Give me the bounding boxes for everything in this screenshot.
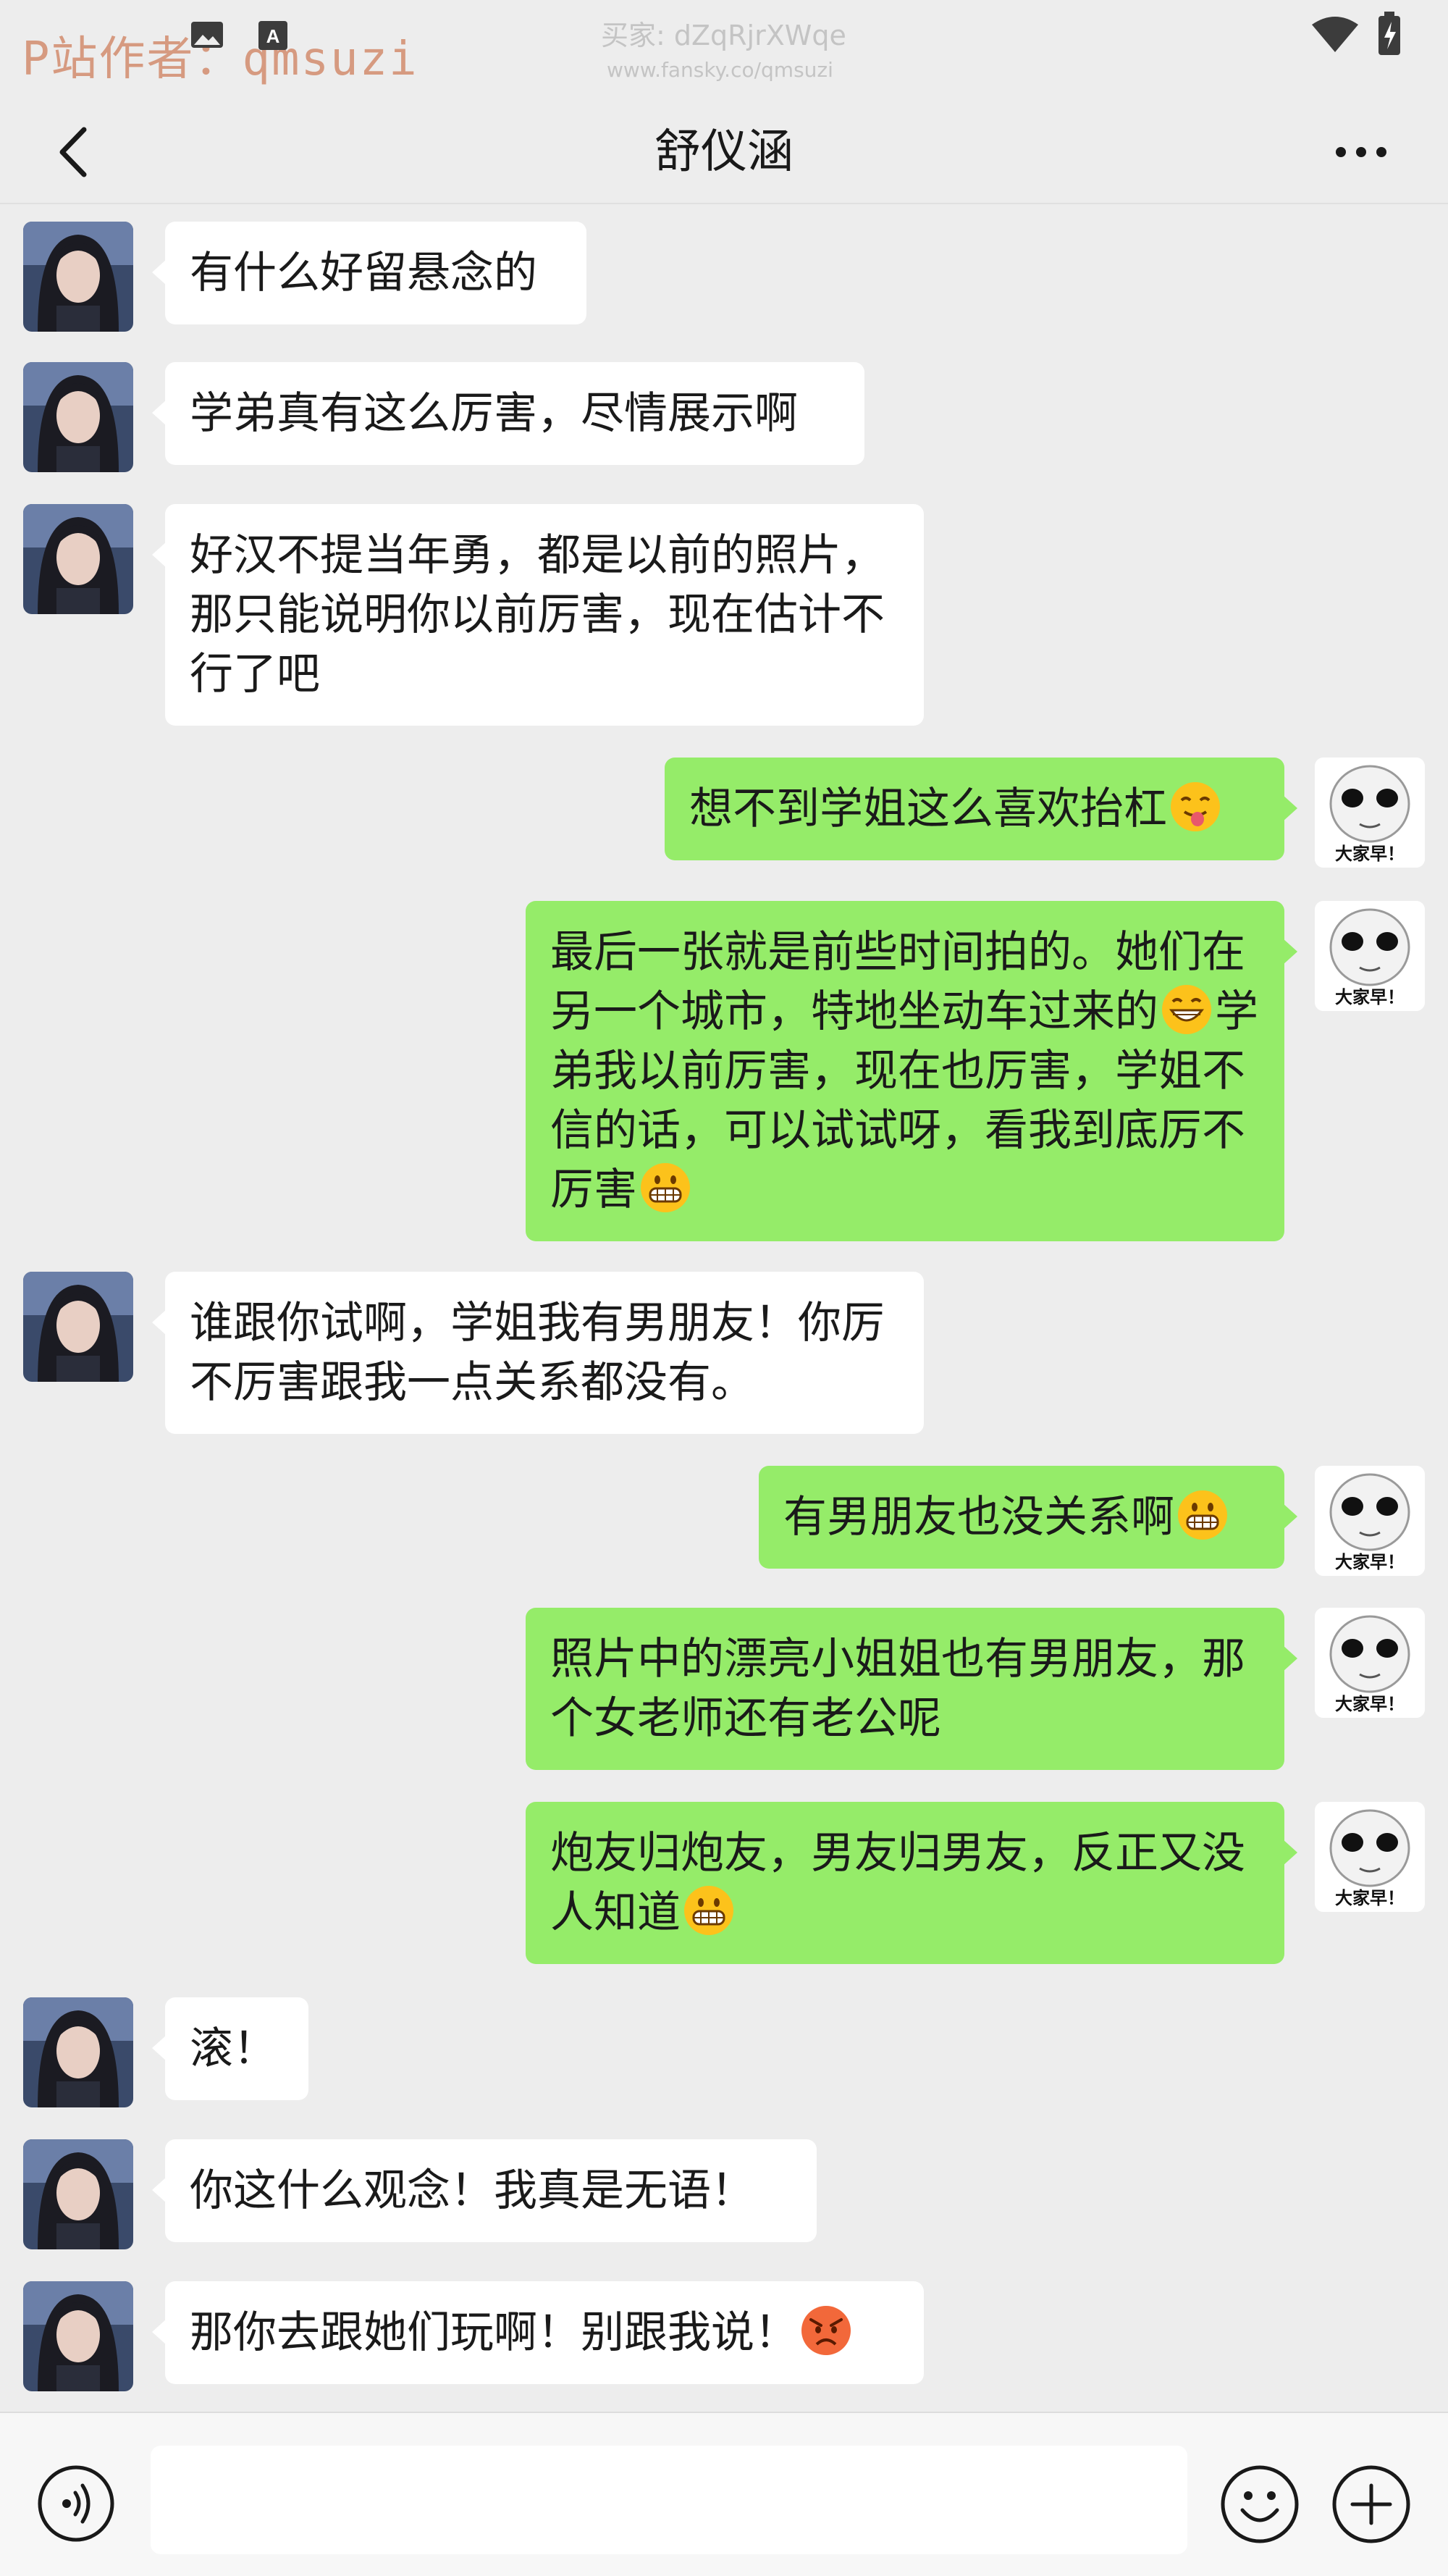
- contact-avatar-girl: [23, 2281, 133, 2391]
- message-bubble-outgoing[interactable]: 有男朋友也没关系啊: [759, 1466, 1297, 1569]
- message-text: 炮友归炮友，男友归男友，反正又没人知道: [550, 1828, 1245, 1938]
- contact-avatar-girl: [23, 222, 133, 332]
- contact-avatar-girl: [23, 362, 133, 472]
- message-row: 滚！: [0, 1997, 1448, 2107]
- message-row: 有什么好留悬念的: [0, 222, 1448, 332]
- contact-avatar[interactable]: [23, 504, 133, 614]
- grin-emoji: [1160, 983, 1213, 1036]
- message-text: 那你去跟她们玩啊！别跟我说！: [190, 2307, 798, 2358]
- plus-button[interactable]: [1331, 2464, 1412, 2545]
- battery-icon: [1378, 12, 1400, 55]
- grimace-emoji: [682, 1884, 736, 1937]
- chat-title: 舒仪涵: [654, 125, 794, 179]
- message-bubble-outgoing[interactable]: 照片中的漂亮小姐姐也有男朋友，那个女老师还有老公呢: [526, 1608, 1297, 1770]
- contact-avatar[interactable]: [23, 1997, 133, 2107]
- wifi-icon: [1312, 17, 1358, 52]
- message-bubble-incoming[interactable]: 有什么好留悬念的: [152, 222, 586, 324]
- avatar-caption: 大家早！: [1335, 1888, 1405, 1908]
- message-text: 最后一张就是前些时间拍的。她们在另一个城市，特地坐动车过来的: [550, 927, 1245, 1037]
- my-avatar[interactable]: 大家早！: [1315, 1466, 1425, 1576]
- contact-avatar-girl: [23, 1272, 133, 1382]
- message-row: 学弟真有这么厉害，尽情展示啊: [0, 362, 1448, 472]
- message-text: 学弟真有这么厉害，尽情展示啊: [190, 388, 798, 439]
- text-notification-icon: A: [258, 21, 287, 50]
- tongue-out-emoji: [1169, 780, 1222, 834]
- status-bar: P站作者：qmsuzi A 买家: dZqRjrXWqe www.fansky.…: [0, 0, 1448, 101]
- my-avatar[interactable]: 大家早！: [1315, 1608, 1425, 1718]
- message-bubble-incoming[interactable]: 那你去跟她们玩啊！别跟我说！: [152, 2281, 924, 2384]
- emoji-button[interactable]: [1219, 2464, 1300, 2545]
- grimace-emoji: [1176, 1488, 1229, 1542]
- message-row: 照片中的漂亮小姐姐也有男朋友，那个女老师还有老公呢 大家早！: [0, 1608, 1448, 1770]
- contact-avatar-girl: [23, 1997, 133, 2107]
- message-row: 好汉不提当年勇，都是以前的照片，那只能说明你以前厉害，现在估计不行了吧: [0, 504, 1448, 726]
- contact-avatar[interactable]: [23, 222, 133, 332]
- voice-button[interactable]: [36, 2464, 116, 2543]
- message-bubble-incoming[interactable]: 你这什么观念！我真是无语！: [152, 2139, 817, 2242]
- image-notification-icon: [191, 22, 223, 48]
- message-text: 好汉不提当年勇，都是以前的照片，那只能说明你以前厉害，现在估计不行了吧: [190, 530, 885, 700]
- message-row: 那你去跟她们玩啊！别跟我说！: [0, 2281, 1448, 2391]
- message-bubble-incoming[interactable]: 滚！: [152, 1997, 308, 2100]
- composer-bar: [0, 2412, 1448, 2576]
- my-avatar[interactable]: 大家早！: [1315, 901, 1425, 1011]
- avatar-caption: 大家早！: [1335, 1552, 1405, 1572]
- my-avatar[interactable]: 大家早！: [1315, 758, 1425, 868]
- message-row: 最后一张就是前些时间拍的。她们在另一个城市，特地坐动车过来的 学弟我以前厉害，现在…: [0, 901, 1448, 1241]
- watermark-url: www.fansky.co/qmsuzi: [607, 58, 833, 82]
- message-bubble-incoming[interactable]: 谁跟你试啊，学姐我有男朋友！你厉不厉害跟我一点关系都没有。: [152, 1272, 924, 1434]
- grimace-emoji: [639, 1161, 692, 1214]
- message-row: 你这什么观念！我真是无语！: [0, 2139, 1448, 2249]
- message-bubble-outgoing[interactable]: 最后一张就是前些时间拍的。她们在另一个城市，特地坐动车过来的 学弟我以前厉害，现在…: [526, 901, 1297, 1241]
- contact-avatar-girl: [23, 2139, 133, 2249]
- angry-emoji: [799, 2304, 853, 2357]
- message-text: 照片中的漂亮小姐姐也有男朋友，那个女老师还有老公呢: [550, 1634, 1245, 1744]
- chat-header: 舒仪涵: [0, 101, 1448, 204]
- message-row: 想不到学姐这么喜欢抬杠 大家早！: [0, 758, 1448, 868]
- message-text: 有什么好留悬念的: [190, 248, 537, 298]
- message-input[interactable]: [151, 2446, 1187, 2554]
- contact-avatar[interactable]: [23, 2281, 133, 2391]
- message-bubble-incoming[interactable]: 好汉不提当年勇，都是以前的照片，那只能说明你以前厉害，现在估计不行了吧: [152, 504, 924, 726]
- contact-avatar[interactable]: [23, 2139, 133, 2249]
- message-bubble-outgoing[interactable]: 想不到学姐这么喜欢抬杠: [665, 758, 1297, 860]
- message-text: 谁跟你试啊，学姐我有男朋友！你厉不厉害跟我一点关系都没有。: [190, 1298, 885, 1408]
- avatar-caption: 大家早！: [1335, 987, 1405, 1007]
- contact-avatar[interactable]: [23, 1272, 133, 1382]
- avatar-caption: 大家早！: [1335, 1694, 1405, 1714]
- contact-avatar[interactable]: [23, 362, 133, 472]
- message-bubble-incoming[interactable]: 学弟真有这么厉害，尽情展示啊: [152, 362, 864, 465]
- message-row: 谁跟你试啊，学姐我有男朋友！你厉不厉害跟我一点关系都没有。: [0, 1272, 1448, 1434]
- contact-avatar-girl: [23, 504, 133, 614]
- message-text: 有男朋友也没关系啊: [783, 1492, 1174, 1543]
- watermark-buyer: 买家: dZqRjrXWqe: [601, 20, 846, 51]
- my-avatar[interactable]: 大家早！: [1315, 1802, 1425, 1912]
- avatar-caption: 大家早！: [1335, 844, 1405, 864]
- message-text: 滚！: [190, 2023, 277, 2074]
- message-row: 有男朋友也没关系啊 大家早！: [0, 1466, 1448, 1576]
- more-options-button[interactable]: [1325, 130, 1397, 174]
- message-text: 想不到学姐这么喜欢抬杠: [689, 784, 1167, 834]
- message-text: 你这什么观念！我真是无语！: [190, 2165, 754, 2216]
- svg-text:A: A: [266, 25, 280, 47]
- message-row: 炮友归炮友，男友归男友，反正又没人知道 大家早！: [0, 1802, 1448, 1964]
- message-bubble-outgoing[interactable]: 炮友归炮友，男友归男友，反正又没人知道: [526, 1802, 1297, 1964]
